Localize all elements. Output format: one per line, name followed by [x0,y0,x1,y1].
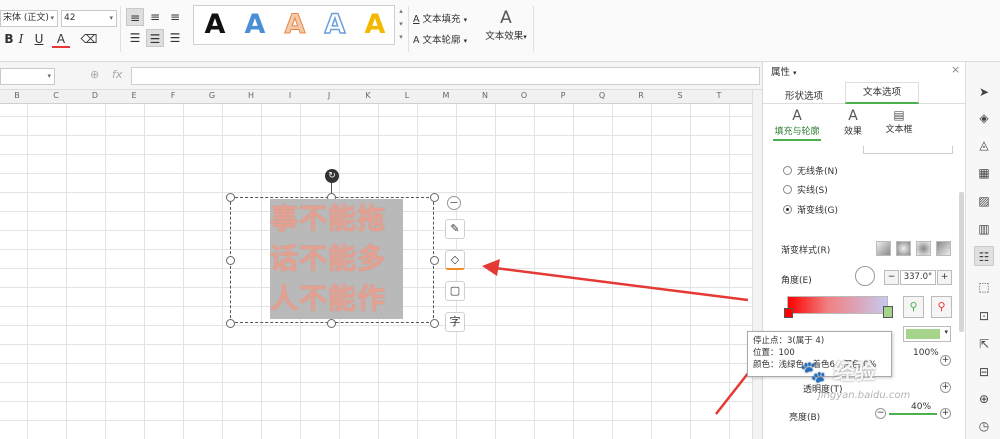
brightness-increment-button[interactable]: + [940,408,951,419]
chevron-down-icon: ▾ [793,69,797,77]
history-icon[interactable]: ◷ [974,416,994,436]
watermark-logo: 🐾 经验 [800,360,876,384]
panel-title[interactable]: 属性 ▾ [771,64,797,78]
add-stop-icon[interactable]: ⚲ [903,296,924,318]
angle-decrement-button[interactable]: − [884,270,899,285]
arrow-line [494,266,749,302]
stop-color-swatch [906,329,940,339]
gradient-stop-selected[interactable] [883,306,893,318]
shape-icon[interactable]: ◈ [974,108,994,128]
text-effect-icon: A [848,108,858,124]
properties-icon[interactable]: ☷ [974,246,994,266]
selection-icon[interactable]: ⬚ [974,277,994,297]
gradient-radial-button[interactable] [896,241,911,256]
angle-input[interactable]: 337.0° [900,270,936,285]
gradient-stop-1[interactable] [784,308,793,318]
subtab-label: 文本框 [885,125,913,135]
radio-solid-line[interactable] [783,185,792,194]
brightness-label: 亮度(B) [789,413,821,423]
subtab-effects[interactable]: A 效果 [835,108,871,137]
angle-label: 角度(E) [781,276,812,286]
gradient-style-label: 渐变样式(R) [781,246,831,256]
angle-increment-button[interactable]: + [937,270,952,285]
arrowhead-icon [482,259,500,276]
radio-gradient-line[interactable] [783,205,792,214]
backup-icon[interactable]: ⊕ [974,389,994,409]
cursor-icon[interactable]: ➤ [974,82,994,102]
radio-solid-line-label: 实线(S) [797,186,828,196]
remove-stop-icon[interactable]: ⚲ [931,296,952,318]
panel-title-text: 属性 [771,67,791,78]
subtab-label: 填充与轮廓 [773,124,821,141]
image-icon[interactable]: ▨ [974,191,994,211]
subtab-fill-outline[interactable]: A 填充与轮廓 [773,108,821,141]
close-icon[interactable]: × [951,63,960,76]
stop-color-select[interactable]: ▾ [903,326,951,342]
gradient-linear-button[interactable] [876,241,891,256]
textbox-icon: ▤ [893,108,905,122]
transparency-value: 100% [913,348,939,358]
radio-no-line-label: 无线条(N) [797,167,838,177]
tab-text-options[interactable]: 文本选项 [845,82,919,104]
share-icon[interactable]: ⇱ [974,334,994,354]
transparency-increment-button[interactable]: + [940,355,951,366]
tab-shape-options[interactable]: 形状选项 [785,88,823,102]
angle-dial[interactable] [855,266,875,286]
right-tool-rail: ➤ ◈ ◬ ▦ ▨ ▥ ☷ ⬚ ⊡ ⇱ ⊟ ⊕ ◷ [965,62,1000,439]
subtab-label: 效果 [843,127,862,137]
panel-scrollbar[interactable] [959,192,964,332]
chart-icon[interactable]: ▥ [974,219,994,239]
layout-icon[interactable]: ⊡ [974,306,994,326]
radio-gradient-line-label: 渐变线(G) [797,206,838,216]
gradient-path-button[interactable] [936,241,951,256]
fill-icon[interactable]: ◬ [974,135,994,155]
slider-increment-button[interactable]: + [940,382,951,393]
watermark-text: 经验 [833,360,876,384]
panel-tabs: 形状选项 文本选项 [763,82,966,104]
gradient-bar[interactable] [787,296,888,314]
watermark-url: jingyan.baidu.com [818,390,911,401]
subtab-textbox[interactable]: ▤ 文本框 [879,108,919,135]
table-icon[interactable]: ▦ [974,163,994,183]
text-fill-icon: A [792,108,802,124]
tooltip-stop: 停止点：3(属于 4) [753,336,825,346]
radio-no-line[interactable] [783,166,792,175]
brightness-value: 40% [911,402,932,412]
chevron-down-icon: ▾ [944,328,948,336]
collapsed-field [863,146,953,154]
gradient-rect-button[interactable] [916,241,931,256]
brightness-decrement-button[interactable]: − [875,408,886,419]
brightness-slider[interactable] [889,413,937,415]
image-edit-icon[interactable]: ⊟ [974,362,994,382]
